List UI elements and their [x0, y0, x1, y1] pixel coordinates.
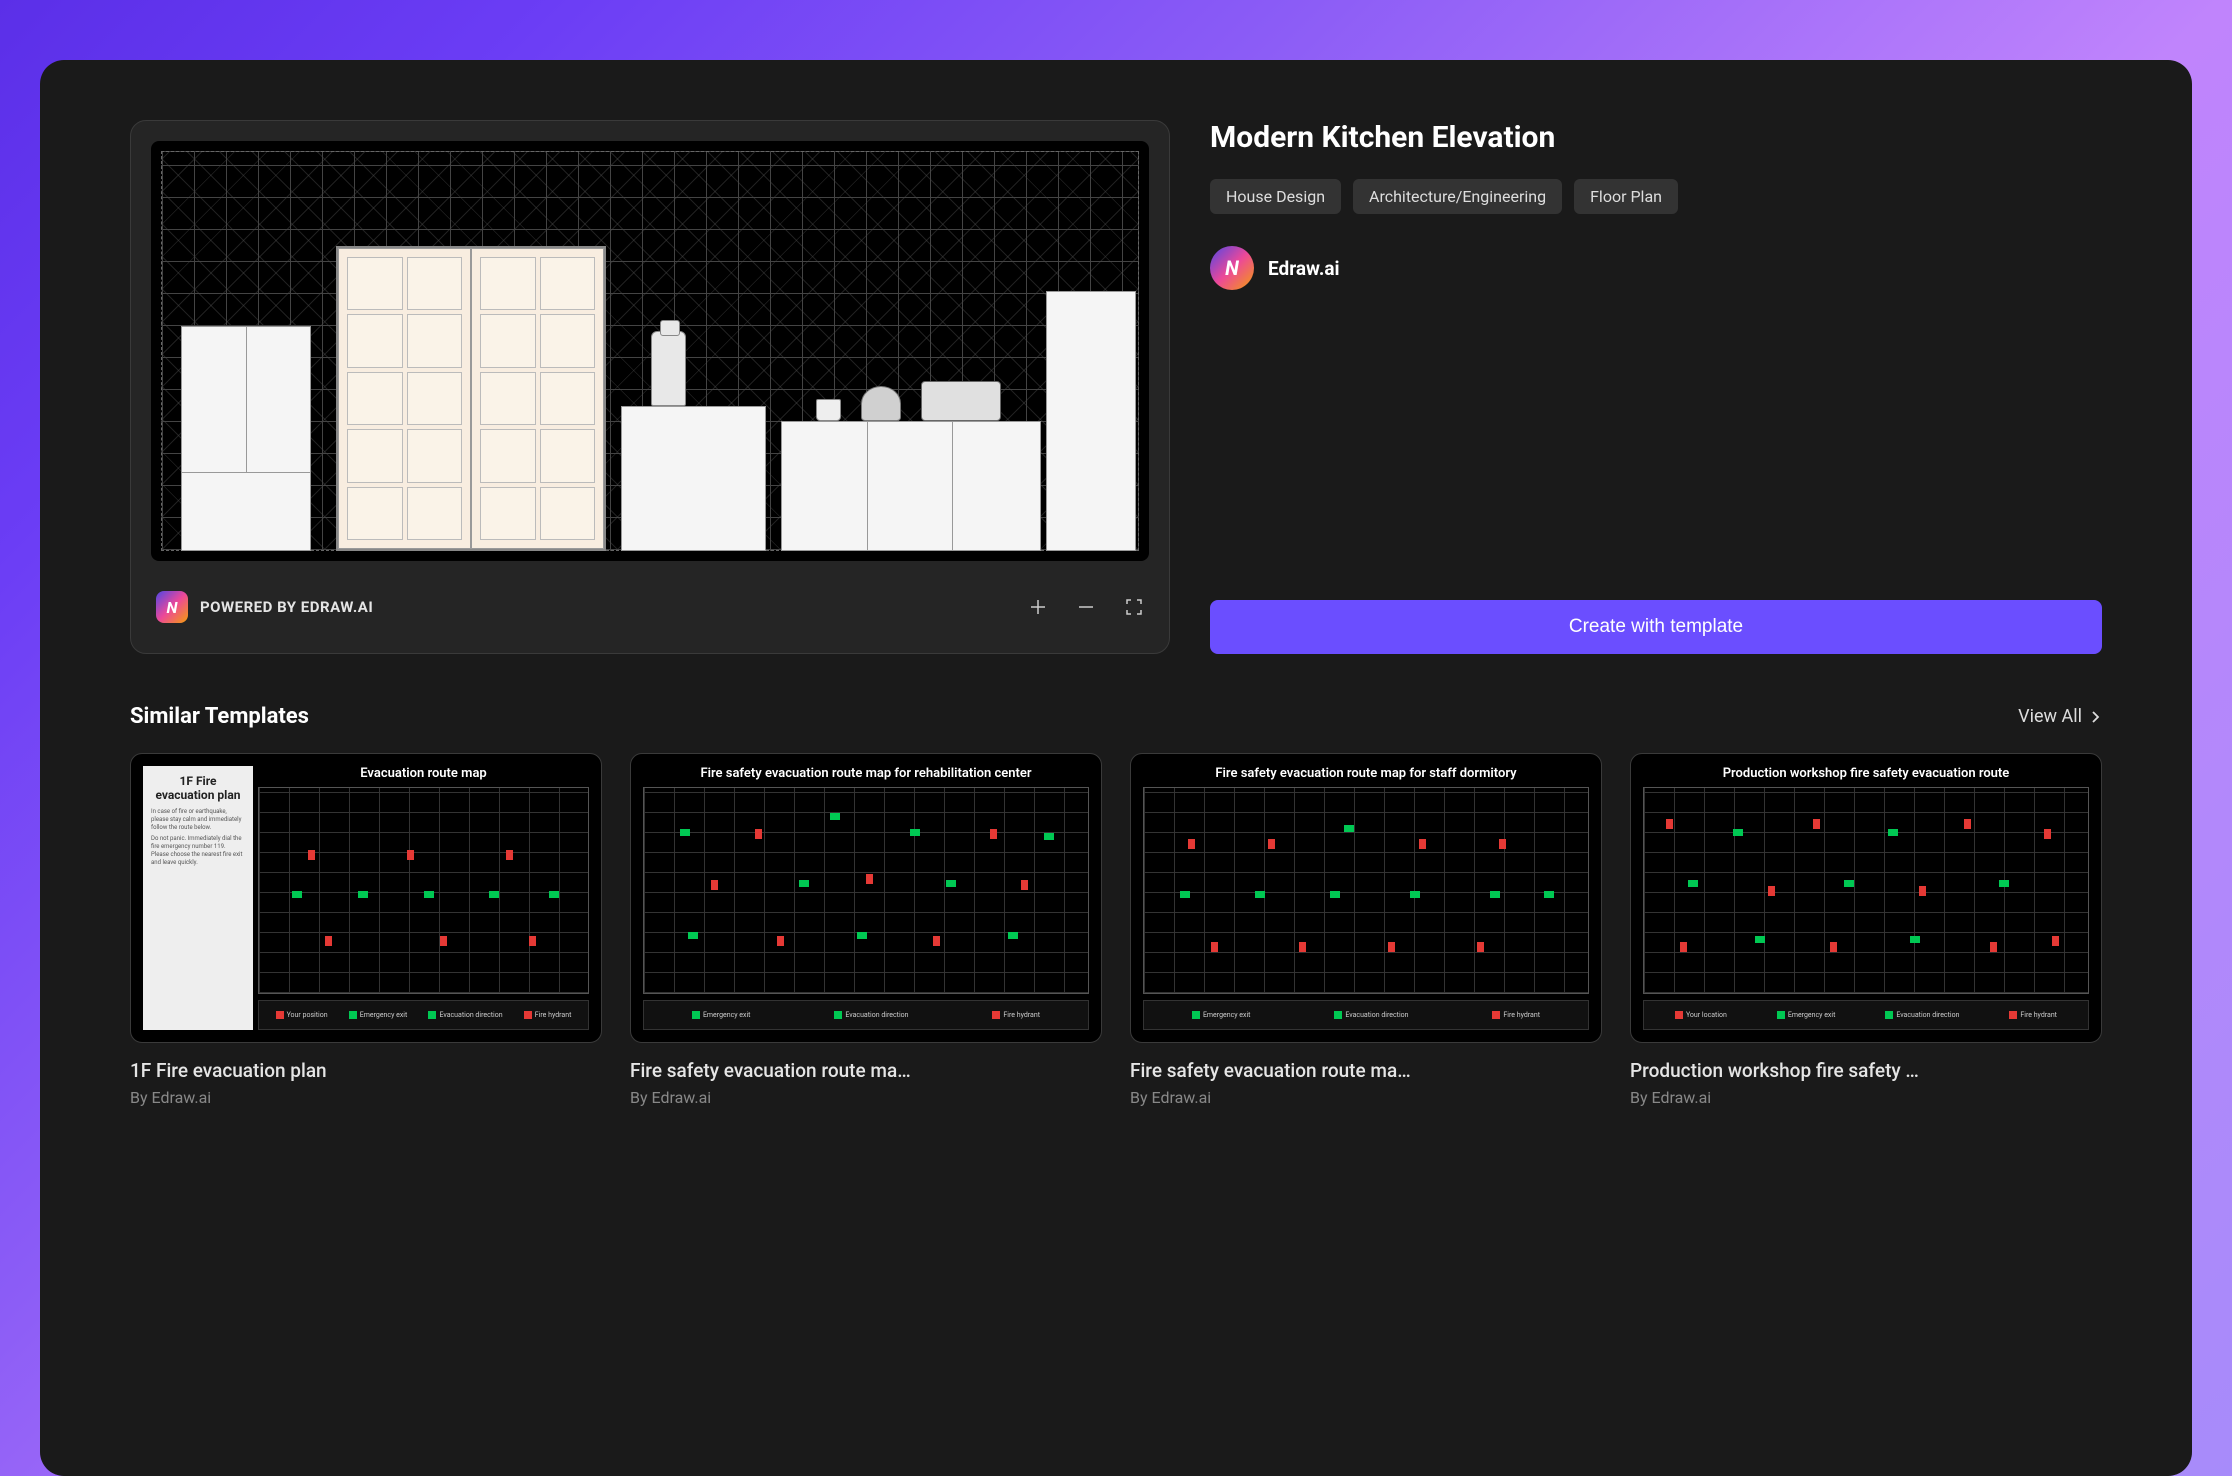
app-window: N POWERED BY EDRAW.AI Modern Kitch: [40, 60, 2192, 1476]
template-name: Fire safety evacuation route ma…: [1130, 1059, 1602, 1082]
template-author: By Edraw.ai: [130, 1088, 602, 1107]
template-preview-image[interactable]: [151, 141, 1149, 561]
template-preview-panel: N POWERED BY EDRAW.AI: [130, 120, 1170, 654]
kitchen-kettle: [861, 386, 901, 421]
top-section: N POWERED BY EDRAW.AI Modern Kitch: [130, 120, 2102, 654]
legend-label: Emergency exit: [360, 1011, 408, 1019]
thumbnail-floorplan: [1643, 787, 2089, 994]
legend-label: Your location: [1686, 1011, 1727, 1019]
legend-label: Evacuation direction: [845, 1011, 908, 1019]
tag-floor-plan[interactable]: Floor Plan: [1574, 179, 1678, 214]
tag-house-design[interactable]: House Design: [1210, 179, 1341, 214]
kitchen-counter-right: [781, 421, 1041, 551]
thumbnail-sidebar-title: 1F Fire evacuation plan: [151, 774, 245, 802]
edraw-logo-icon: N: [156, 591, 188, 623]
thumbnail-title: Evacuation route map: [258, 766, 589, 781]
similar-templates-title: Similar Templates: [130, 704, 309, 729]
thumbnail-sidebar: 1F Fire evacuation plan In case of fire …: [143, 766, 253, 1030]
legend-label: Fire hydrant: [2020, 1011, 2057, 1019]
legend-label: Emergency exit: [703, 1011, 751, 1019]
legend-label: Fire hydrant: [1003, 1011, 1040, 1019]
thumbnail-title: Production workshop fire safety evacuati…: [1643, 766, 2089, 781]
preview-footer: N POWERED BY EDRAW.AI: [151, 581, 1149, 633]
thumbnail-legend: Your position Emergency exit Evacuation …: [258, 1000, 589, 1030]
zoom-out-icon[interactable]: [1076, 597, 1096, 617]
template-author: By Edraw.ai: [1630, 1088, 2102, 1107]
thumbnail-sidebar-text: Do not panic. Immediately dial the fire …: [151, 835, 245, 866]
author-name: Edraw.ai: [1268, 257, 1340, 280]
view-all-link[interactable]: View All: [2018, 706, 2102, 727]
template-thumbnail: Fire safety evacuation route map for sta…: [1130, 753, 1602, 1043]
template-author: By Edraw.ai: [1130, 1088, 1602, 1107]
thumbnail-legend: Emergency exit Evacuation direction Fire…: [643, 1000, 1089, 1030]
thumbnail-title: Fire safety evacuation route map for sta…: [1143, 766, 1589, 781]
legend-label: Emergency exit: [1203, 1011, 1251, 1019]
similar-templates-header: Similar Templates View All: [130, 704, 2102, 729]
legend-label: Evacuation direction: [1896, 1011, 1959, 1019]
powered-by-text: POWERED BY EDRAW.AI: [200, 598, 373, 616]
powered-by-badge: N POWERED BY EDRAW.AI: [156, 591, 373, 623]
thumbnail-legend: Your location Emergency exit Evacuation …: [1643, 1000, 2089, 1030]
thumbnail-floorplan: [258, 787, 589, 994]
kitchen-fridge: [181, 326, 311, 551]
template-name: Fire safety evacuation route ma…: [630, 1059, 1102, 1082]
template-title: Modern Kitchen Elevation: [1210, 120, 2102, 155]
tag-architecture[interactable]: Architecture/Engineering: [1353, 179, 1562, 214]
thumbnail-legend: Emergency exit Evacuation direction Fire…: [1143, 1000, 1589, 1030]
template-card[interactable]: Production workshop fire safety evacuati…: [1630, 753, 2102, 1107]
kitchen-counter-left: [621, 406, 766, 551]
thumbnail-title: Fire safety evacuation route map for reh…: [643, 766, 1089, 781]
template-author: By Edraw.ai: [630, 1088, 1102, 1107]
fullscreen-icon[interactable]: [1124, 597, 1144, 617]
template-thumbnail: Production workshop fire safety evacuati…: [1630, 753, 2102, 1043]
template-name: Production workshop fire safety …: [1630, 1059, 2102, 1082]
template-info-panel: Modern Kitchen Elevation House Design Ar…: [1210, 120, 2102, 654]
kitchen-cup: [816, 399, 841, 421]
create-with-template-button[interactable]: Create with template: [1210, 600, 2102, 654]
tag-list: House Design Architecture/Engineering Fl…: [1210, 179, 2102, 214]
template-card[interactable]: Fire safety evacuation route map for sta…: [1130, 753, 1602, 1107]
thumbnail-floorplan: [1143, 787, 1589, 994]
chevron-right-icon: [2088, 710, 2102, 724]
preview-controls: [1028, 597, 1144, 617]
kitchen-microwave: [921, 381, 1001, 421]
legend-label: Fire hydrant: [535, 1011, 572, 1019]
view-all-text: View All: [2018, 706, 2082, 727]
legend-label: Fire hydrant: [1503, 1011, 1540, 1019]
author-row[interactable]: N Edraw.ai: [1210, 246, 2102, 290]
legend-label: Evacuation direction: [1345, 1011, 1408, 1019]
zoom-in-icon[interactable]: [1028, 597, 1048, 617]
legend-label: Evacuation direction: [439, 1011, 502, 1019]
kitchen-cabinet: [336, 246, 606, 551]
template-thumbnail: 1F Fire evacuation plan In case of fire …: [130, 753, 602, 1043]
thumbnail-floorplan: [643, 787, 1089, 994]
legend-label: Your position: [287, 1011, 328, 1019]
template-name: 1F Fire evacuation plan: [130, 1059, 602, 1082]
kitchen-thermos: [651, 331, 686, 406]
template-thumbnail: Fire safety evacuation route map for reh…: [630, 753, 1102, 1043]
kitchen-tall-cabinet: [1046, 291, 1136, 551]
thumbnail-sidebar-text: In case of fire or earthquake, please st…: [151, 808, 245, 831]
template-card[interactable]: 1F Fire evacuation plan In case of fire …: [130, 753, 602, 1107]
similar-templates-grid: 1F Fire evacuation plan In case of fire …: [130, 753, 2102, 1107]
author-avatar-icon: N: [1210, 246, 1254, 290]
legend-label: Emergency exit: [1788, 1011, 1836, 1019]
template-card[interactable]: Fire safety evacuation route map for reh…: [630, 753, 1102, 1107]
